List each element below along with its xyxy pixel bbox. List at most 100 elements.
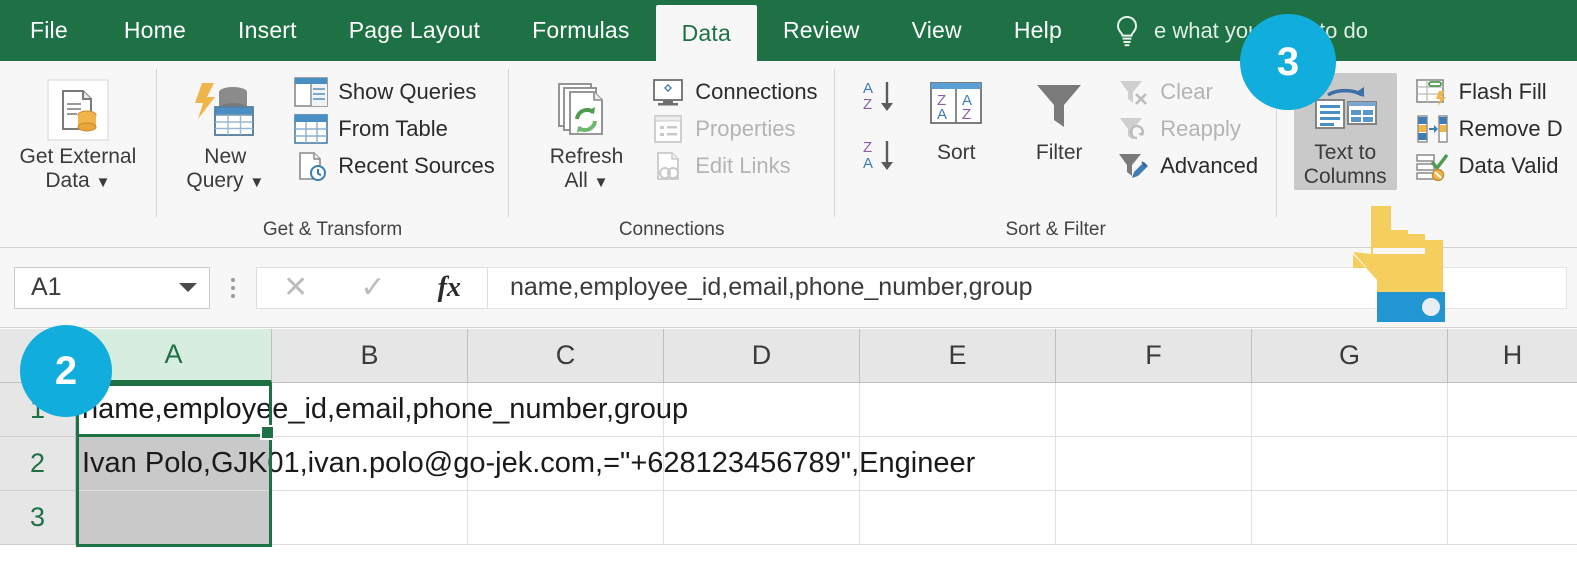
show-queries-label: Show Queries	[338, 79, 477, 104]
column-header-f[interactable]: F	[1056, 329, 1252, 383]
group-title-get-and-transform: Get & Transform	[262, 219, 403, 240]
connections-icon	[653, 79, 684, 106]
remove-duplicates-button[interactable]: Remove D	[1411, 112, 1571, 146]
insert-function-icon[interactable]: fx	[438, 272, 461, 304]
step-badge-3[interactable]: 3	[1240, 14, 1336, 110]
ribbon-tab-review[interactable]: Review	[757, 0, 886, 61]
connections-button[interactable]: Connections	[647, 75, 825, 109]
advanced-filter-label: Advanced	[1160, 153, 1259, 178]
new-query-icon	[195, 83, 255, 136]
cell-f3[interactable]	[1056, 491, 1252, 545]
connections-label: Connections	[695, 79, 818, 104]
cell-h1[interactable]	[1448, 383, 1577, 437]
dropdown-caret-icon[interactable]: ▼	[249, 174, 264, 191]
cell-a3[interactable]	[76, 491, 272, 545]
ribbon-tab-help[interactable]: Help	[988, 0, 1088, 61]
properties-label: Properties	[695, 116, 796, 141]
ribbon-tab-view[interactable]: View	[886, 0, 988, 61]
column-header-g[interactable]: G	[1252, 329, 1448, 383]
sort-label: Sort	[936, 141, 976, 164]
recent-sources-button[interactable]: Recent Sources	[290, 149, 503, 183]
advanced-filter-button[interactable]: Advanced	[1112, 149, 1266, 183]
ribbon-tab-insert[interactable]: Insert	[212, 0, 323, 61]
show-queries-button[interactable]: Show Queries	[290, 75, 503, 109]
svg-text:Z: Z	[962, 106, 971, 123]
ribbon-tab-home[interactable]: Home	[98, 0, 212, 61]
tab-label: Page Layout	[348, 17, 481, 43]
advanced-filter-icon	[1119, 154, 1149, 178]
lightbulb-icon	[1116, 15, 1137, 46]
row-header-3[interactable]: 3	[0, 491, 76, 545]
refresh-all-label-1: Refresh	[549, 145, 624, 168]
cell-b3[interactable]	[272, 491, 468, 545]
name-box[interactable]: A1	[14, 266, 210, 309]
show-queries-icon	[294, 77, 329, 107]
new-query-button[interactable]: New Query ▼	[176, 73, 274, 194]
column-header-d[interactable]: D	[664, 329, 860, 383]
flash-fill-button[interactable]: Flash Fill	[1411, 75, 1571, 109]
confirm-check-icon[interactable]: ✓	[360, 270, 385, 305]
properties-button: Properties	[647, 112, 825, 146]
tab-label: View	[911, 17, 962, 43]
svg-text:A: A	[937, 106, 947, 123]
tab-label: Formulas	[532, 17, 630, 43]
ribbon-tab-formulas[interactable]: Formulas	[506, 0, 655, 61]
formula-input-value: name,employee_id,email,phone_number,grou…	[510, 273, 1033, 301]
clear-filter-label: Clear	[1160, 79, 1213, 104]
dropdown-caret-icon[interactable]: ▼	[594, 174, 609, 191]
data-validation-button[interactable]: Data Valid	[1411, 149, 1571, 183]
get-external-data-button[interactable]: Get External Data ▼	[10, 73, 147, 194]
ribbon-tab-file[interactable]: File	[0, 0, 98, 61]
cell-f1[interactable]	[1056, 383, 1252, 437]
cell-h3[interactable]	[1448, 491, 1577, 545]
cell-g3[interactable]	[1252, 491, 1448, 545]
column-header-e[interactable]: E	[860, 329, 1056, 383]
column-header-b[interactable]: B	[272, 329, 468, 383]
group-title-sort-and-filter: Sort & Filter	[1005, 219, 1106, 240]
grid-row-3: 3	[0, 491, 1577, 545]
tab-label: Review	[782, 17, 860, 43]
cell-h2[interactable]	[1448, 437, 1577, 491]
data-validation-icon	[1415, 153, 1449, 181]
column-header-c[interactable]: C	[468, 329, 664, 383]
cell-c3[interactable]	[468, 491, 664, 545]
get-external-data-icon	[47, 79, 109, 141]
sort-ascending-button[interactable]: A Z	[861, 77, 905, 122]
cell-a2[interactable]: Ivan Polo,GJK01,ivan.polo@go-jek.com,="+…	[76, 437, 975, 491]
new-query-label-1: New	[204, 145, 247, 168]
flash-fill-label: Flash Fill	[1458, 79, 1547, 104]
cell-d1[interactable]	[664, 383, 860, 437]
cell-g2[interactable]	[1252, 437, 1448, 491]
text-to-columns-label-2: Columns	[1303, 164, 1387, 188]
spreadsheet-grid: A B C D E F G H 1 name,employee_id,email…	[0, 329, 1577, 572]
new-query-label-2: Query	[186, 168, 244, 192]
ribbon-group-connections: Refresh All ▼ Connections Properties Edi…	[509, 61, 834, 247]
cell-e3[interactable]	[860, 491, 1056, 545]
cancel-x-icon[interactable]: ✕	[283, 270, 308, 305]
dropdown-caret-icon[interactable]: ▼	[96, 174, 111, 191]
column-header-h[interactable]: H	[1448, 329, 1577, 383]
formula-bar-expand-handle[interactable]	[218, 277, 248, 298]
reapply-filter-button: Reapply	[1112, 112, 1266, 146]
ribbon-tab-page-layout[interactable]: Page Layout	[323, 0, 506, 61]
filter-button[interactable]: Filter	[1016, 73, 1102, 167]
svg-text:A: A	[863, 80, 873, 97]
ribbon-tab-data[interactable]: Data	[655, 5, 757, 61]
cell-d3[interactable]	[664, 491, 860, 545]
edit-links-icon	[657, 152, 680, 180]
name-box-dropdown-icon[interactable]	[179, 283, 197, 292]
recent-sources-label: Recent Sources	[338, 153, 495, 178]
sort-button[interactable]: Z A A Z Sort	[913, 73, 999, 167]
cell-e1[interactable]	[860, 383, 1056, 437]
from-table-button[interactable]: From Table	[290, 112, 503, 146]
dot	[231, 285, 235, 290]
ribbon-group-get-external-data: Get External Data ▼	[0, 61, 156, 247]
step-badge-2[interactable]: 2	[20, 325, 112, 417]
sort-descending-button[interactable]: Z A	[861, 136, 905, 181]
cell-f2[interactable]	[1056, 437, 1252, 491]
cell-g1[interactable]	[1252, 383, 1448, 437]
text-to-columns-label-1: Text to	[1314, 141, 1377, 164]
sort-icon: Z A A Z	[930, 82, 983, 124]
refresh-all-button[interactable]: Refresh All ▼	[540, 73, 634, 194]
row-header-2[interactable]: 2	[0, 437, 76, 491]
